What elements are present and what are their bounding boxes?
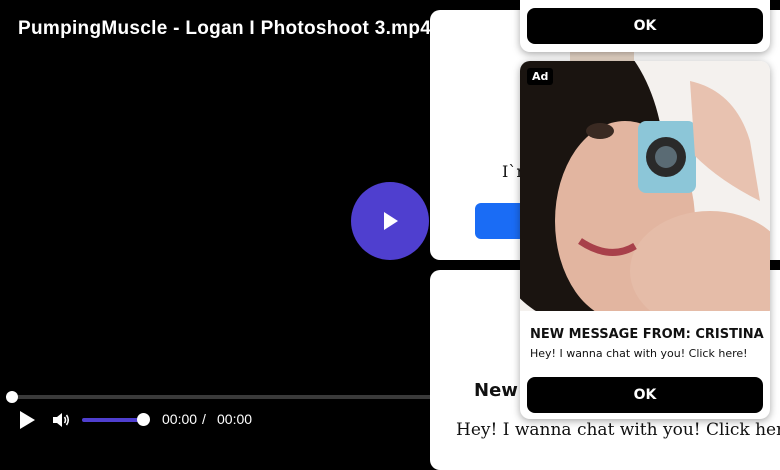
time-separator: / bbox=[202, 411, 206, 427]
video-title: PumpingMuscle - Logan I Photoshoot 3.mp4 bbox=[18, 18, 432, 39]
card-heading: New bbox=[474, 380, 518, 401]
volume-icon bbox=[53, 413, 70, 427]
ad-popup[interactable]: Ad NEW MESSAGE FROM: CRISTINA Hey! I wan… bbox=[520, 61, 770, 419]
big-play-button[interactable] bbox=[351, 182, 429, 260]
ad-badge: Ad bbox=[527, 68, 554, 85]
volume-slider[interactable] bbox=[82, 418, 144, 422]
volume-thumb[interactable] bbox=[137, 413, 150, 426]
current-time: 00:00 bbox=[162, 411, 198, 427]
play-icon bbox=[384, 212, 398, 230]
ok-button[interactable]: OK bbox=[527, 8, 763, 44]
ad-image[interactable] bbox=[520, 61, 770, 311]
ad-subtext: Hey! I wanna chat with you! Click here! bbox=[530, 347, 748, 360]
duration: 00:00 bbox=[217, 411, 253, 427]
ok-button[interactable]: OK bbox=[527, 377, 763, 413]
progress-thumb[interactable] bbox=[6, 391, 18, 403]
ad-popup-top: OK bbox=[520, 0, 770, 52]
play-icon bbox=[20, 411, 35, 429]
ad-headline: NEW MESSAGE FROM: CRISTINA bbox=[530, 327, 764, 342]
card-message-text[interactable]: Hey! I wanna chat with you! Click here! bbox=[456, 420, 780, 440]
volume-button[interactable] bbox=[53, 412, 71, 428]
play-button[interactable] bbox=[18, 411, 36, 429]
